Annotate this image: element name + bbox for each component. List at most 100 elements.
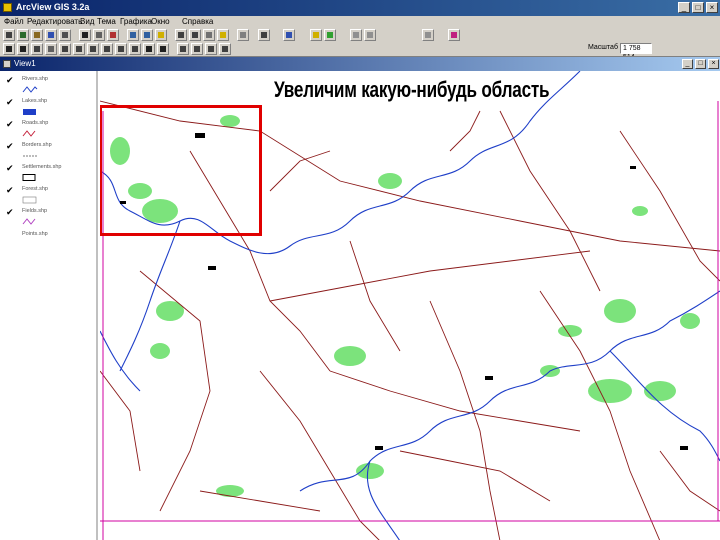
select-feature-tool[interactable] (45, 43, 57, 55)
scale-input[interactable]: 1 758 514 (620, 43, 652, 61)
snap-tool[interactable] (219, 43, 231, 55)
hotlink-tool[interactable] (115, 43, 127, 55)
save-button[interactable] (3, 29, 15, 41)
theme-checkbox[interactable]: ✔ (6, 76, 14, 86)
hotlink-button[interactable] (324, 29, 336, 41)
toc-item-roads[interactable]: ✔ Roads.shp (0, 119, 96, 141)
label-tool[interactable] (143, 43, 155, 55)
view-minimize-button[interactable]: _ (682, 59, 693, 69)
extension-button[interactable] (448, 29, 460, 41)
menu-window[interactable]: Окно (151, 17, 170, 26)
pan-tool[interactable] (87, 43, 99, 55)
zoom-out-icon (192, 32, 198, 38)
ruler-icon (104, 46, 110, 52)
zoom-previous-icon (206, 32, 212, 38)
zoom-in-button[interactable] (175, 29, 187, 41)
toc-item-lakes[interactable]: ✔ Lakes.shp (0, 97, 96, 119)
toc-item-borders[interactable]: ✔ Borders.shp (0, 141, 96, 163)
toc-item-rivers[interactable]: ✔ Rivers.shp (0, 75, 96, 97)
theme-checkbox[interactable]: ✔ (6, 98, 14, 108)
menu-edit[interactable]: Редактировать (27, 17, 82, 26)
theme-label: Lakes.shp (22, 98, 48, 104)
find-button[interactable] (79, 29, 91, 41)
theme-checkbox[interactable]: ✔ (6, 120, 14, 130)
theme-checkbox[interactable]: ✔ (6, 208, 14, 218)
menu-file[interactable]: Файл (4, 17, 24, 26)
minimize-button[interactable]: _ (678, 2, 690, 13)
zoom-out-button[interactable] (189, 29, 201, 41)
properties-icon (34, 32, 40, 38)
toc-item-points[interactable]: Points.shp (0, 229, 96, 251)
view-maximize-button[interactable]: □ (695, 59, 706, 69)
view-close-button[interactable]: × (708, 59, 719, 69)
add-theme-icon (20, 32, 26, 38)
tool-button-a[interactable] (350, 29, 362, 41)
open-table-button[interactable] (59, 29, 71, 41)
pointer-icon (20, 46, 26, 52)
draw-point-tool[interactable] (177, 43, 189, 55)
tool-button-c[interactable] (422, 29, 434, 41)
area-of-interest-tool[interactable] (129, 43, 141, 55)
zoom-active-themes-button[interactable] (141, 29, 153, 41)
select-feature-icon (48, 46, 54, 52)
theme-checkbox[interactable]: ✔ (6, 186, 14, 196)
measure-tool[interactable] (101, 43, 113, 55)
help-icon (313, 32, 319, 38)
road (619, 130, 720, 282)
overlay-caption: Увеличим какую-нибудь область (274, 77, 550, 102)
locate-icon (96, 32, 102, 38)
select-features-button[interactable] (217, 29, 229, 41)
theme-label: Roads.shp (22, 120, 49, 126)
layout-button[interactable] (258, 29, 270, 41)
zoom-out-tool[interactable] (73, 43, 85, 55)
view-title: View1 (14, 59, 36, 68)
menu-view[interactable]: Вид (80, 17, 94, 26)
toc-item-settlements[interactable]: ✔ Settlements.shp (0, 163, 96, 185)
zoom-selected-button[interactable] (155, 29, 167, 41)
add-theme-button[interactable] (17, 29, 29, 41)
forest-patch (644, 381, 676, 401)
draw-polygon-tool[interactable] (205, 43, 217, 55)
map-canvas[interactable]: Увеличим какую-нибудь область (100, 71, 720, 540)
settlement (375, 446, 383, 450)
tool-button-b[interactable] (364, 29, 376, 41)
view-doc-icon (3, 60, 11, 68)
toc-item-fields[interactable]: ✔ Fields.shp (0, 207, 96, 229)
line-icon (194, 46, 200, 52)
text-tool[interactable] (157, 43, 169, 55)
river (100, 330, 141, 392)
road (539, 290, 661, 540)
identify-tool[interactable] (3, 43, 15, 55)
chart-button[interactable] (283, 29, 295, 41)
zoom-full-extent-button[interactable] (127, 29, 139, 41)
table-of-contents: ✔ Rivers.shp ✔ Lakes.shp ✔ Roads.shp ✔ B… (0, 71, 98, 540)
theme-checkbox[interactable]: ✔ (6, 164, 14, 174)
close-button[interactable]: × (706, 2, 718, 13)
theme-label: Settlements.shp (22, 164, 62, 170)
theme-label: Points.shp (22, 231, 48, 237)
button-bar (0, 28, 720, 42)
menu-graphics[interactable]: Графика (120, 17, 152, 26)
zoom-in-tool[interactable] (59, 43, 71, 55)
clear-selection-button[interactable] (237, 29, 249, 41)
pointer-tool[interactable] (17, 43, 29, 55)
road (499, 110, 601, 292)
locate-address-button[interactable] (93, 29, 105, 41)
maximize-button[interactable]: □ (692, 2, 704, 13)
extension-icon (451, 32, 457, 38)
menu-theme[interactable]: Тема (97, 17, 116, 26)
theme-checkbox[interactable]: ✔ (6, 142, 14, 152)
legend-editor-button[interactable] (45, 29, 57, 41)
menu-help[interactable]: Справка (182, 17, 213, 26)
text-t-icon (160, 46, 166, 52)
magnifier-plus-icon (62, 46, 68, 52)
zoom-previous-button[interactable] (203, 29, 215, 41)
query-builder-button[interactable] (107, 29, 119, 41)
vertex-edit-tool[interactable] (31, 43, 43, 55)
theme-properties-button[interactable] (31, 29, 43, 41)
help-button[interactable] (310, 29, 322, 41)
toc-item-forest[interactable]: ✔ Forest.shp (0, 185, 96, 207)
draw-line-tool[interactable] (191, 43, 203, 55)
chart-icon (286, 32, 292, 38)
save-icon (6, 32, 12, 38)
